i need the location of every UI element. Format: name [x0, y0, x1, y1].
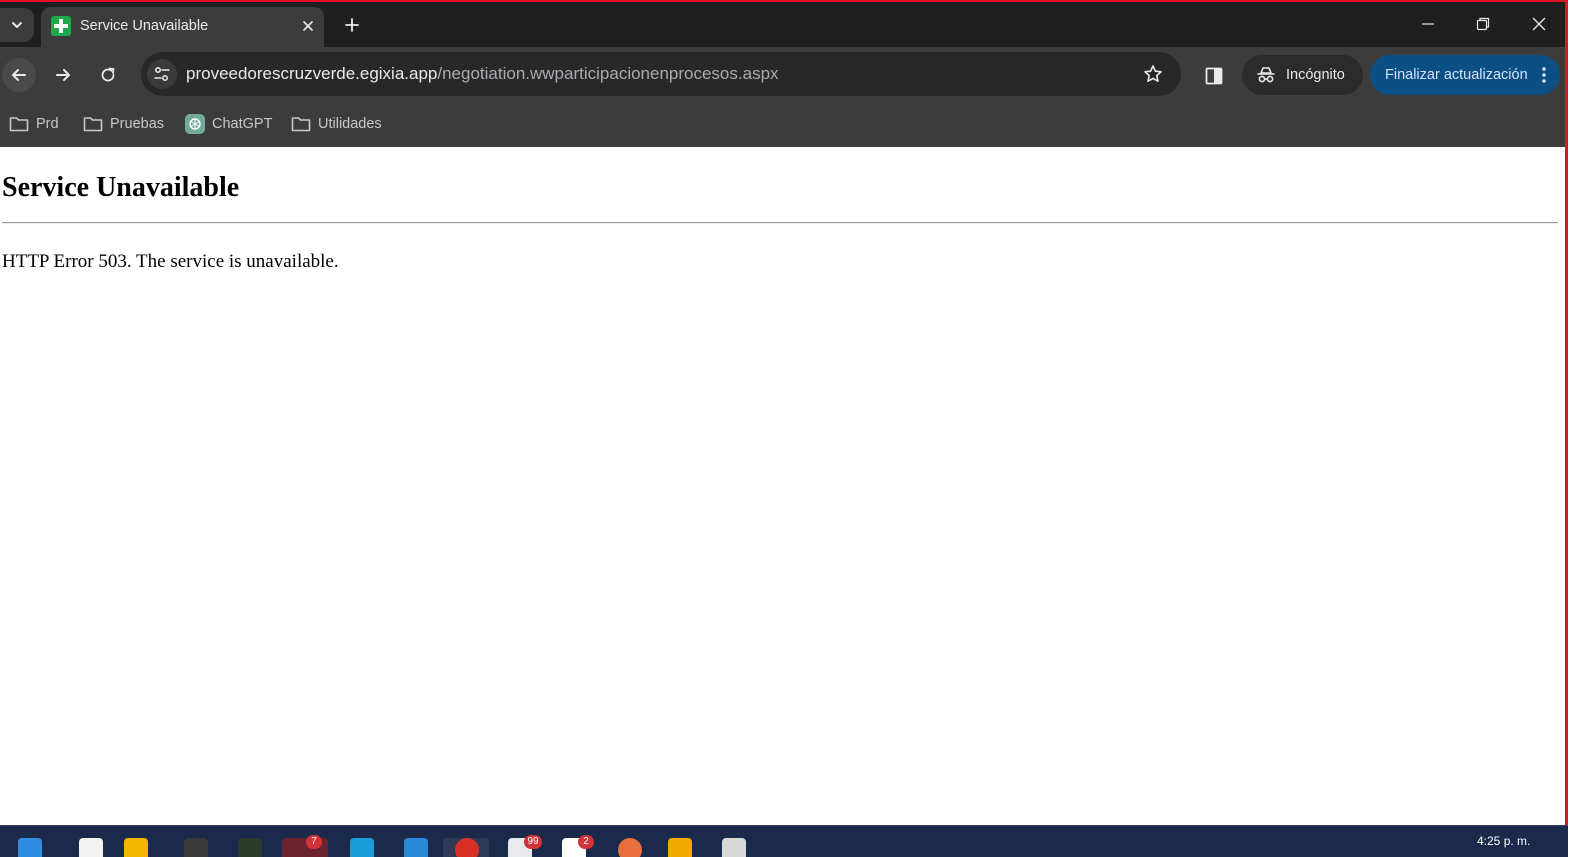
reload-icon	[101, 67, 115, 82]
folder-icon	[291, 117, 311, 132]
new-tab-button[interactable]	[338, 11, 366, 39]
taskbar-app-icon[interactable]	[79, 838, 103, 857]
folder-icon	[83, 117, 103, 132]
green-cross-icon	[51, 16, 71, 36]
bookmark-folder-prd[interactable]: Prd	[9, 111, 59, 137]
folder-icon	[9, 117, 29, 132]
finish-update-button[interactable]: Finalizar actualización	[1370, 55, 1560, 95]
chevron-down-icon	[12, 22, 22, 28]
forward-button[interactable]	[46, 58, 80, 92]
incognito-label: Incógnito	[1286, 67, 1345, 83]
minimize-icon	[1422, 23, 1434, 25]
arrow-right-icon	[56, 69, 70, 81]
bookmark-label: Prd	[36, 116, 59, 132]
site-info-button[interactable]	[147, 59, 177, 89]
error-message: HTTP Error 503. The service is unavailab…	[2, 251, 339, 272]
taskbar-app-icon[interactable]	[184, 838, 208, 857]
close-icon	[1532, 17, 1546, 31]
more-vertical-icon	[1542, 67, 1546, 83]
tab-title: Service Unavailable	[80, 18, 209, 34]
bookmark-chatgpt[interactable]: ChatGPT	[185, 111, 272, 137]
url-host: proveedorescruzverde.egixia.app	[186, 64, 438, 83]
divider	[2, 222, 1558, 224]
browser-toolbar: proveedorescruzverde.egixia.app/negotiat…	[0, 47, 1565, 103]
browser-window: Service Unavailable proveedorescruzverde…	[0, 0, 1592, 857]
close-window-button[interactable]	[1511, 2, 1567, 46]
arrow-left-icon	[12, 69, 26, 81]
page-title: Service Unavailable	[2, 172, 240, 203]
reload-button[interactable]	[91, 58, 125, 92]
chatgpt-icon	[185, 114, 205, 134]
taskbar-app-icon[interactable]	[404, 838, 428, 857]
url-text[interactable]: proveedorescruzverde.egixia.app/negotiat…	[186, 64, 779, 84]
restore-icon	[1476, 17, 1490, 31]
back-button[interactable]	[2, 58, 36, 92]
address-bar[interactable]: proveedorescruzverde.egixia.app/negotiat…	[141, 52, 1181, 96]
page-content: Service Unavailable HTTP Error 503. The …	[0, 147, 1565, 825]
close-icon	[303, 21, 313, 31]
desktop-gutter	[1568, 0, 1592, 857]
star-icon	[1144, 65, 1162, 82]
tab-close-button[interactable]	[297, 15, 319, 37]
finish-update-label: Finalizar actualización	[1385, 67, 1528, 83]
url-path: /negotiation.wwparticipacionenprocesos.a…	[437, 64, 779, 83]
bookmark-label: ChatGPT	[212, 116, 273, 132]
restore-button[interactable]	[1455, 2, 1511, 46]
edge-icon[interactable]	[350, 838, 374, 857]
tab-search-button[interactable]	[0, 8, 34, 42]
incognito-icon	[1257, 67, 1275, 83]
chrome-icon[interactable]	[455, 838, 479, 857]
tab-strip: Service Unavailable	[0, 2, 1565, 47]
taskbar-app-icon[interactable]	[668, 838, 692, 857]
minimize-button[interactable]	[1400, 2, 1456, 46]
taskbar-app-icon[interactable]	[618, 838, 642, 857]
os-taskbar: 7 99 2 4:25 p. m.	[0, 825, 1568, 857]
bookmark-star-button[interactable]	[1139, 60, 1167, 88]
incognito-indicator[interactable]: Incógnito	[1242, 55, 1363, 95]
bookmark-folder-pruebas[interactable]: Pruebas	[83, 111, 164, 137]
notification-badge: 99	[524, 835, 542, 849]
side-panel-icon	[1205, 67, 1223, 85]
bookmark-label: Pruebas	[110, 116, 165, 132]
windows-start-icon[interactable]	[18, 838, 42, 857]
bookmark-label: Utilidades	[318, 116, 382, 132]
taskbar-app-icon[interactable]	[238, 838, 262, 857]
side-panel-button[interactable]	[1199, 61, 1229, 91]
bookmark-folder-utilidades[interactable]: Utilidades	[291, 111, 382, 137]
plus-icon	[345, 18, 359, 32]
tab-active[interactable]: Service Unavailable	[41, 7, 324, 47]
file-explorer-icon[interactable]	[124, 838, 148, 857]
taskbar-app-icon[interactable]	[722, 838, 746, 857]
notification-badge: 2	[578, 835, 594, 849]
browser-menu-button[interactable]	[1532, 63, 1556, 87]
notification-badge: 7	[306, 835, 322, 849]
tune-icon	[154, 67, 170, 81]
taskbar-clock: 4:25 p. m.	[1477, 834, 1531, 848]
bookmarks-bar: Prd Pruebas ChatGPT Utilidades	[0, 103, 1565, 147]
